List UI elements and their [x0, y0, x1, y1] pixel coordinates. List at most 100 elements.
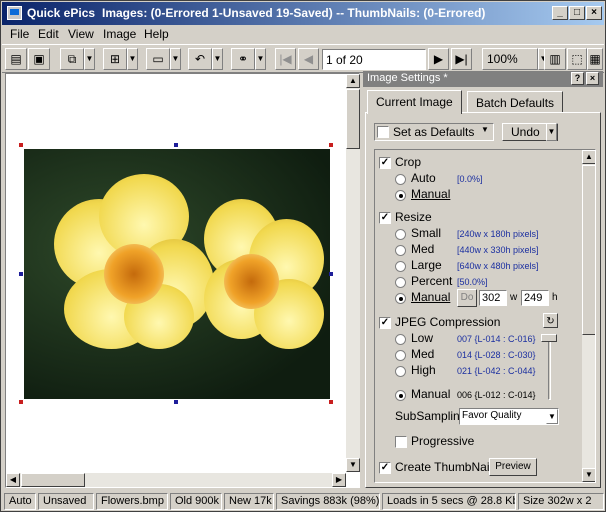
panel-close-icon[interactable]: ×: [586, 72, 599, 85]
resize-width-input[interactable]: 302: [479, 290, 507, 306]
settings-scroll-down-icon[interactable]: ▼: [582, 468, 595, 482]
minimize-icon[interactable]: _: [552, 6, 568, 20]
crop-manual-radio[interactable]: [395, 190, 406, 201]
status-new-size: New 17k: [224, 493, 274, 510]
first-page-icon[interactable]: |◀: [275, 48, 296, 70]
thumbnails-dropdown-icon[interactable]: ▼: [84, 48, 95, 70]
next-page-icon[interactable]: ▶: [428, 48, 449, 70]
zoom-select[interactable]: 100%: [482, 48, 538, 70]
vertical-scrollbar[interactable]: ▲ ▼: [346, 74, 360, 472]
crop-handle-left[interactable]: [19, 272, 23, 276]
jpeg-manual-radio[interactable]: [395, 390, 406, 401]
menu-help[interactable]: Help: [144, 27, 169, 41]
close-icon[interactable]: ×: [586, 6, 602, 20]
resize-small-radio[interactable]: [395, 229, 406, 240]
batch-icon[interactable]: ⊞: [103, 48, 127, 70]
crop-checkbox[interactable]: ✓: [379, 157, 391, 169]
batch-dropdown-icon[interactable]: ▼: [127, 48, 138, 70]
scroll-down-icon[interactable]: ▼: [346, 458, 360, 472]
crop-handle-bl[interactable]: [19, 400, 23, 404]
crop-handle-right[interactable]: [329, 272, 333, 276]
app-icon[interactable]: [7, 6, 22, 20]
status-saved: Unsaved: [38, 493, 94, 510]
set-defaults-checkbox[interactable]: [377, 126, 389, 138]
image-canvas[interactable]: ▲ ▼ ◀ ▶: [5, 73, 360, 488]
subsampling-dropdown-icon[interactable]: ▼: [546, 409, 558, 424]
menu-file[interactable]: File: [10, 27, 29, 41]
thumbnails-icon[interactable]: ⧉: [60, 48, 84, 70]
settings-scroll-up-icon[interactable]: ▲: [582, 150, 595, 164]
resize-checkbox[interactable]: ✓: [379, 212, 391, 224]
binoculars-icon[interactable]: ⚭: [231, 48, 255, 70]
vertical-scroll-thumb[interactable]: [346, 89, 360, 149]
tab-current-image[interactable]: Current Image: [367, 90, 462, 114]
chevron-down-icon: ▼: [481, 125, 489, 134]
scroll-up-icon[interactable]: ▲: [346, 74, 360, 88]
resize-manual-radio[interactable]: [395, 293, 406, 304]
status-savings: Savings 883k (98%): [276, 493, 380, 510]
resize-large-radio[interactable]: [395, 261, 406, 272]
open-folder-icon[interactable]: ▤: [5, 48, 27, 70]
save-disk-icon[interactable]: ▣: [28, 48, 50, 70]
find-dropdown-icon[interactable]: ▼: [255, 48, 266, 70]
dialog-dropdown-icon[interactable]: ▼: [170, 48, 181, 70]
undo-icon[interactable]: ↶: [188, 48, 212, 70]
resize-height-input[interactable]: 249: [521, 290, 549, 306]
preview-button[interactable]: Preview: [489, 458, 537, 476]
quality-slider-track[interactable]: [548, 338, 551, 400]
maximize-icon[interactable]: □: [569, 6, 585, 20]
resize-med-radio[interactable]: [395, 245, 406, 256]
crop-handle-top[interactable]: [174, 143, 178, 147]
menu-edit[interactable]: Edit: [38, 27, 59, 41]
dialog-icon[interactable]: ▭: [146, 48, 170, 70]
horizontal-scroll-thumb[interactable]: [21, 473, 85, 487]
jpeg-med-value: 014 {L-028 : C-030}: [457, 350, 536, 360]
window-title: Quick ePics: [27, 6, 96, 20]
fit-icon[interactable]: ▦: [587, 48, 603, 70]
zoom-value: 100%: [487, 52, 518, 66]
help-icon[interactable]: ?: [571, 72, 584, 85]
set-as-defaults-select[interactable]: Set as Defaults ▼: [374, 123, 494, 141]
crop-handle-br[interactable]: [329, 400, 333, 404]
page-number-field[interactable]: 1 of 20: [322, 49, 426, 70]
undo-dropdown-icon[interactable]: ▼: [546, 123, 557, 141]
height-unit: h: [552, 292, 558, 303]
scroll-right-icon[interactable]: ▶: [332, 473, 346, 487]
menu-view[interactable]: View: [68, 27, 94, 41]
crop-handle-tr[interactable]: [329, 143, 333, 147]
horizontal-scrollbar[interactable]: ◀ ▶: [6, 473, 346, 487]
flowers-image: [24, 149, 330, 399]
menu-image[interactable]: Image: [103, 27, 136, 41]
jpeg-med-radio[interactable]: [395, 350, 406, 361]
thumbnail-checkbox[interactable]: ✓: [379, 462, 391, 474]
panel-title: Image Settings *: [367, 72, 448, 84]
resize-manual-label: Manual: [411, 290, 451, 304]
scroll-left-icon[interactable]: ◀: [6, 473, 20, 487]
settings-scrollbar[interactable]: ▲ ▼: [582, 150, 595, 482]
app-window: Quick ePics Images: (0-Errored 1-Unsaved…: [0, 0, 606, 512]
crop-handle-bottom[interactable]: [174, 400, 178, 404]
jpeg-low-radio[interactable]: [395, 334, 406, 345]
panel-header[interactable]: Image Settings *: [363, 71, 603, 87]
undo-label: Undo: [511, 125, 540, 139]
last-page-icon[interactable]: ▶|: [451, 48, 472, 70]
crop-auto-radio[interactable]: [395, 174, 406, 185]
resize-percent-radio[interactable]: [395, 277, 406, 288]
jpeg-checkbox[interactable]: ✓: [379, 317, 391, 329]
quality-slider-thumb[interactable]: [541, 334, 557, 342]
subsampling-select[interactable]: Favor Quality: [459, 408, 559, 425]
jpeg-high-radio[interactable]: [395, 366, 406, 377]
panel-toggle-icon[interactable]: ▥: [544, 48, 566, 70]
resize-do-button[interactable]: Do: [457, 289, 477, 307]
refresh-icon[interactable]: ↻: [543, 313, 558, 328]
undo-dropdown-icon[interactable]: ▼: [212, 48, 223, 70]
crop-handle-tl[interactable]: [19, 143, 23, 147]
title-bar[interactable]: Quick ePics Images: (0-Errored 1-Unsaved…: [2, 2, 604, 25]
settings-scroll-thumb[interactable]: [582, 165, 595, 335]
progressive-checkbox[interactable]: [395, 436, 407, 448]
resize-med-value: [440w x 330h pixels]: [457, 245, 539, 255]
resize-small-label: Small: [411, 226, 442, 240]
tab-batch-defaults[interactable]: Batch Defaults: [467, 91, 564, 113]
prev-page-icon[interactable]: ◀: [298, 48, 319, 70]
crop-marquee-icon[interactable]: ⬚: [567, 48, 587, 70]
